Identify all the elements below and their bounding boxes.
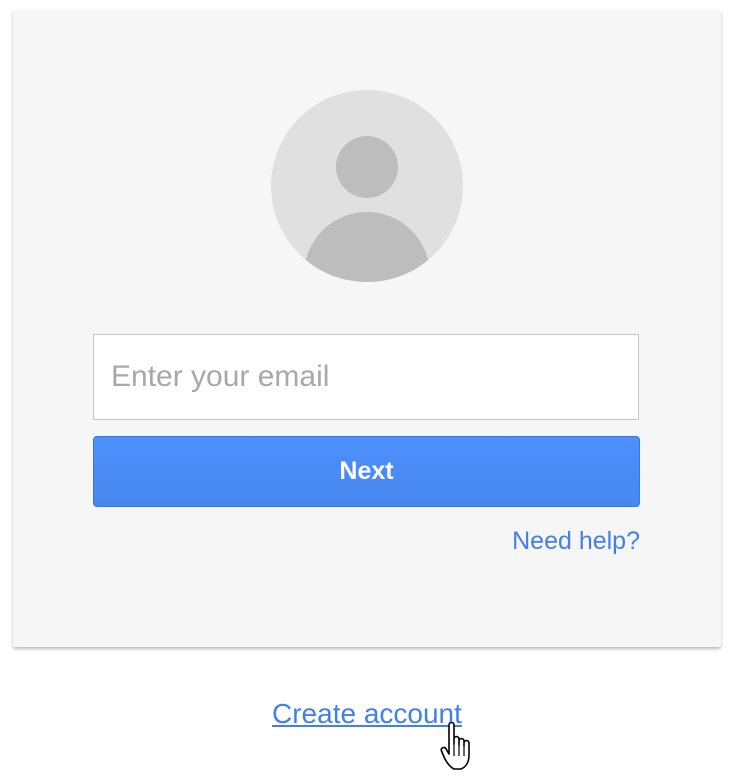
avatar-body <box>304 212 430 282</box>
create-account-link[interactable]: Create account <box>272 698 462 730</box>
hand-pointer-cursor-icon <box>440 722 470 770</box>
avatar-head <box>336 136 398 198</box>
email-field[interactable] <box>93 334 639 420</box>
profile-avatar-icon <box>271 90 463 282</box>
sign-in-card: Next Need help? <box>13 10 721 647</box>
need-help-link[interactable]: Need help? <box>512 527 640 556</box>
next-button[interactable]: Next <box>93 436 640 507</box>
